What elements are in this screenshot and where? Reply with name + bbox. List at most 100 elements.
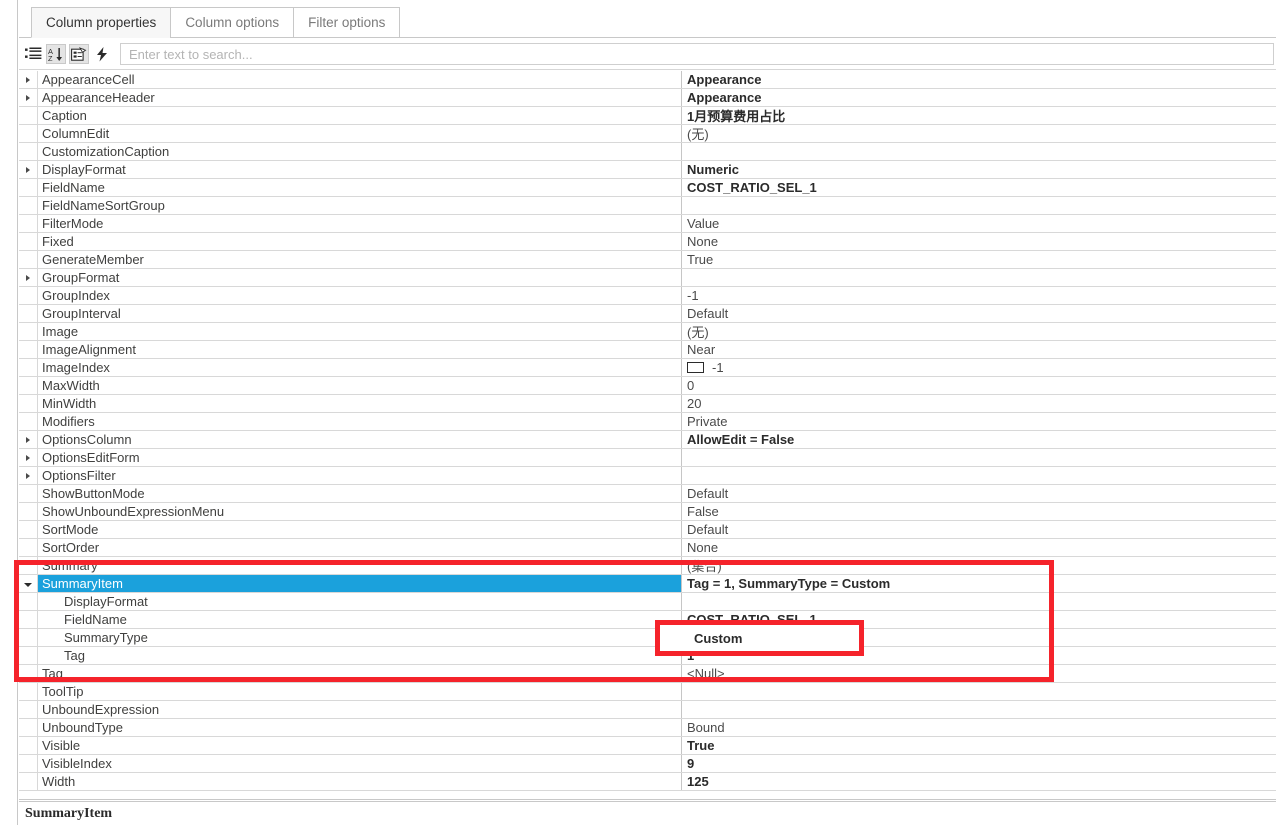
categorized-icon[interactable]	[23, 44, 43, 64]
property-value-cell[interactable]: -1	[681, 287, 1276, 304]
property-name-cell[interactable]: AppearanceHeader	[37, 89, 681, 106]
property-name-cell[interactable]: SortOrder	[37, 539, 681, 556]
property-row[interactable]: GroupInterval Default	[19, 305, 1276, 323]
chevron-down-icon[interactable]	[19, 575, 37, 592]
property-value-cell[interactable]: Numeric	[681, 161, 1276, 178]
property-row[interactable]: CustomizationCaption	[19, 143, 1276, 161]
property-row[interactable]: Image (无)	[19, 323, 1276, 341]
property-name-cell[interactable]: Summary	[37, 557, 681, 574]
property-value-cell[interactable]: COST_RATIO_SEL_1	[681, 179, 1276, 196]
property-name-cell[interactable]: FilterMode	[37, 215, 681, 232]
property-value-cell[interactable]	[681, 269, 1276, 286]
property-value-cell[interactable]: Custom	[681, 629, 1276, 646]
property-value-cell[interactable]: 125	[681, 773, 1276, 790]
property-value-cell[interactable]: AllowEdit = False	[681, 431, 1276, 448]
property-value-cell[interactable]: Default	[681, 485, 1276, 502]
property-value-cell[interactable]: 1月预算费用占比	[681, 107, 1276, 124]
property-name-cell[interactable]: FieldNameSortGroup	[37, 197, 681, 214]
property-name-cell[interactable]: FieldName	[37, 611, 681, 628]
property-row[interactable]: ImageIndex -1	[19, 359, 1276, 377]
property-name-cell[interactable]: MinWidth	[37, 395, 681, 412]
tab-column-options[interactable]: Column options	[170, 7, 294, 38]
property-name-cell[interactable]: Visible	[37, 737, 681, 754]
property-row[interactable]: AppearanceCell Appearance	[19, 71, 1276, 89]
property-name-cell[interactable]: Tag	[37, 647, 681, 664]
chevron-right-icon[interactable]	[19, 431, 37, 448]
property-value-cell[interactable]: Value	[681, 215, 1276, 232]
property-value-cell[interactable]	[681, 701, 1276, 718]
property-name-cell[interactable]: OptionsColumn	[37, 431, 681, 448]
property-name-cell[interactable]: OptionsEditForm	[37, 449, 681, 466]
property-name-cell[interactable]: GenerateMember	[37, 251, 681, 268]
property-name-cell[interactable]: DisplayFormat	[37, 593, 681, 610]
property-row[interactable]: SummaryItem Tag = 1, SummaryType = Custom	[19, 575, 1276, 593]
property-name-cell[interactable]: DisplayFormat	[37, 161, 681, 178]
search-input[interactable]	[127, 45, 1267, 63]
property-name-cell[interactable]: ImageAlignment	[37, 341, 681, 358]
alphabetical-sort-icon[interactable]: A Z	[46, 44, 66, 64]
property-value-cell[interactable]: COST_RATIO_SEL_1	[681, 611, 1276, 628]
property-value-cell[interactable]	[681, 197, 1276, 214]
property-value-cell[interactable]: -1	[681, 359, 1276, 376]
tab-filter-options[interactable]: Filter options	[293, 7, 401, 38]
property-value-cell[interactable]: True	[681, 251, 1276, 268]
property-row[interactable]: FieldName COST_RATIO_SEL_1	[19, 611, 1276, 629]
property-value-cell[interactable]	[681, 683, 1276, 700]
property-value-cell[interactable]: Private	[681, 413, 1276, 430]
property-value-cell[interactable]: 9	[681, 755, 1276, 772]
property-name-cell[interactable]: GroupIndex	[37, 287, 681, 304]
property-name-cell[interactable]: UnboundExpression	[37, 701, 681, 718]
chevron-right-icon[interactable]	[19, 161, 37, 178]
property-value-cell[interactable]: Appearance	[681, 89, 1276, 106]
property-value-cell[interactable]: None	[681, 233, 1276, 250]
property-value-cell[interactable]: 0	[681, 377, 1276, 394]
property-value-cell[interactable]: Appearance	[681, 71, 1276, 88]
property-row[interactable]: ColumnEdit (无)	[19, 125, 1276, 143]
property-name-cell[interactable]: Width	[37, 773, 681, 790]
chevron-right-icon[interactable]	[19, 269, 37, 286]
property-value-cell[interactable]: Bound	[681, 719, 1276, 736]
property-name-cell[interactable]: VisibleIndex	[37, 755, 681, 772]
property-name-cell[interactable]: OptionsFilter	[37, 467, 681, 484]
property-value-cell[interactable]: False	[681, 503, 1276, 520]
property-row[interactable]: Fixed None	[19, 233, 1276, 251]
property-name-cell[interactable]: UnboundType	[37, 719, 681, 736]
property-name-cell[interactable]: CustomizationCaption	[37, 143, 681, 160]
property-value-cell[interactable]: (无)	[681, 125, 1276, 142]
property-name-cell[interactable]: Modifiers	[37, 413, 681, 430]
property-row[interactable]: UnboundExpression	[19, 701, 1276, 719]
property-row[interactable]: OptionsColumn AllowEdit = False	[19, 431, 1276, 449]
property-row[interactable]: FieldNameSortGroup	[19, 197, 1276, 215]
property-name-cell[interactable]: SortMode	[37, 521, 681, 538]
property-row[interactable]: SortMode Default	[19, 521, 1276, 539]
property-value-cell[interactable]	[681, 593, 1276, 610]
property-row[interactable]: DisplayFormat Numeric	[19, 161, 1276, 179]
property-name-cell[interactable]: ToolTip	[37, 683, 681, 700]
property-name-cell[interactable]: MaxWidth	[37, 377, 681, 394]
property-row[interactable]: Summary (集合)	[19, 557, 1276, 575]
property-row[interactable]: SummaryType Custom	[19, 629, 1276, 647]
property-name-cell[interactable]: FieldName	[37, 179, 681, 196]
property-row[interactable]: MinWidth 20	[19, 395, 1276, 413]
property-name-cell[interactable]: ShowButtonMode	[37, 485, 681, 502]
property-name-cell[interactable]: SummaryItem	[37, 575, 681, 592]
property-row[interactable]: GenerateMember True	[19, 251, 1276, 269]
property-name-cell[interactable]: Image	[37, 323, 681, 340]
property-name-cell[interactable]: SummaryType	[37, 629, 681, 646]
property-value-cell[interactable]: (无)	[681, 323, 1276, 340]
property-value-cell[interactable]: Default	[681, 521, 1276, 538]
property-row[interactable]: VisibleIndex 9	[19, 755, 1276, 773]
property-value-cell[interactable]: 1	[681, 647, 1276, 664]
property-row[interactable]: FieldName COST_RATIO_SEL_1	[19, 179, 1276, 197]
search-box[interactable]	[120, 43, 1274, 65]
property-row[interactable]: Tag 1	[19, 647, 1276, 665]
property-grid[interactable]: AppearanceCell Appearance AppearanceHeader…	[19, 71, 1276, 800]
property-value-cell[interactable]: Tag = 1, SummaryType = Custom	[681, 575, 1276, 592]
property-name-cell[interactable]: ColumnEdit	[37, 125, 681, 142]
property-row[interactable]: Width 125	[19, 773, 1276, 791]
property-name-cell[interactable]: Tag	[37, 665, 681, 682]
chevron-right-icon[interactable]	[19, 89, 37, 106]
chevron-right-icon[interactable]	[19, 71, 37, 88]
property-row[interactable]: Modifiers Private	[19, 413, 1276, 431]
property-row[interactable]: MaxWidth 0	[19, 377, 1276, 395]
